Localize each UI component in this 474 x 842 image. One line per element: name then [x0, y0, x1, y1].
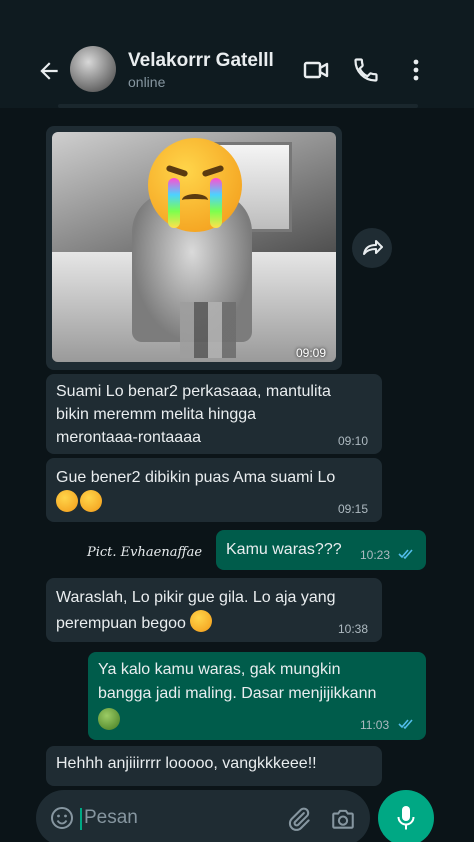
emoji-picker-icon[interactable]	[50, 806, 74, 830]
message-text-line: Hehhh anjiiirrrr looooo, vangkkkeee!!	[56, 755, 317, 772]
forward-button[interactable]	[352, 228, 392, 268]
microphone-icon	[397, 806, 415, 830]
rofl-emoji-icon	[80, 490, 102, 512]
message-composer	[36, 790, 370, 842]
photo-timestamp: 09:09	[296, 346, 327, 360]
message-input[interactable]	[84, 804, 264, 832]
contact-name[interactable]: Velakorrr Gatelll	[128, 50, 274, 72]
watermark-text: Pict. Evhaenaffae	[87, 545, 203, 560]
message-timestamp: 09:15	[338, 502, 369, 516]
crying-face-emoji-icon	[148, 138, 242, 232]
read-ticks-icon	[398, 549, 413, 560]
message-emoji-row	[56, 490, 104, 516]
message-bubble-incoming[interactable]: Gue bener2 dibikin puas Ama suami Lo 09:…	[46, 458, 382, 522]
message-timestamp: 11:03	[360, 718, 390, 732]
message-bubble-outgoing[interactable]: Kamu waras??? 10:23	[216, 530, 426, 570]
chat-header: Velakorrr Gatelll online	[0, 0, 474, 108]
message-emoji-row	[98, 708, 122, 734]
vomiting-face-emoji-icon	[98, 708, 120, 730]
message-text-fragment: perempuan begoo	[56, 615, 186, 632]
emoji-tear-left	[168, 178, 180, 228]
emoji-brow-left	[165, 164, 189, 178]
rofl-emoji-icon	[56, 490, 78, 512]
message-text-line: merontaaa-rontaaaa	[56, 429, 201, 446]
message-timestamp: 09:10	[338, 434, 369, 448]
text-cursor	[80, 808, 82, 830]
photo-message-bubble[interactable]: 09:09	[46, 126, 342, 370]
message-text-line: bikin meremm melita hingga	[56, 406, 257, 423]
message-bubble-outgoing[interactable]: Ya kalo kamu waras, gak mungkin bangga j…	[88, 652, 426, 740]
rofl-emoji-icon	[190, 610, 213, 632]
video-call-icon[interactable]	[302, 56, 330, 84]
message-text-line: Kamu waras???	[226, 541, 342, 558]
phone-call-icon[interactable]	[352, 56, 380, 84]
message-text-line: perempuan begoo	[56, 610, 214, 636]
message-bubble-incoming[interactable]: Hehhh anjiiirrrr looooo, vangkkkeee!!	[46, 746, 382, 786]
read-ticks-icon	[398, 719, 413, 730]
emoji-tear-right	[210, 178, 222, 228]
message-text-line: bangga jadi maling. Dasar menjijikkann	[98, 685, 377, 702]
more-options-icon[interactable]	[402, 56, 430, 84]
attach-paperclip-icon[interactable]	[286, 806, 312, 832]
message-text-line: Gue bener2 dibikin puas Ama suami Lo	[56, 469, 336, 486]
back-arrow-icon[interactable]	[36, 58, 62, 84]
camera-icon[interactable]	[330, 806, 356, 832]
message-timestamp: 10:38	[338, 622, 369, 636]
message-text-line: Waraslah, Lo pikir gue gila. Lo aja yang	[56, 589, 336, 606]
message-text-line: Ya kalo kamu waras, gak mungkin	[98, 661, 341, 678]
message-timestamp: 10:23	[360, 548, 391, 562]
emoji-brow-right	[201, 164, 225, 178]
forward-arrow-icon	[363, 240, 383, 255]
message-bubble-incoming[interactable]: Waraslah, Lo pikir gue gila. Lo aja yang…	[46, 578, 382, 642]
shared-photo[interactable]: 09:09	[52, 132, 336, 362]
message-bubble-incoming[interactable]: Suami Lo benar2 perkasaaa, mantulita bik…	[46, 374, 382, 454]
voice-message-button[interactable]	[378, 790, 434, 842]
emoji-mouth	[182, 194, 208, 206]
contact-status: online	[128, 74, 166, 90]
message-text-line: Suami Lo benar2 perkasaaa, mantulita	[56, 383, 331, 400]
pixelated-censor	[180, 302, 236, 358]
contact-avatar[interactable]	[70, 46, 116, 92]
